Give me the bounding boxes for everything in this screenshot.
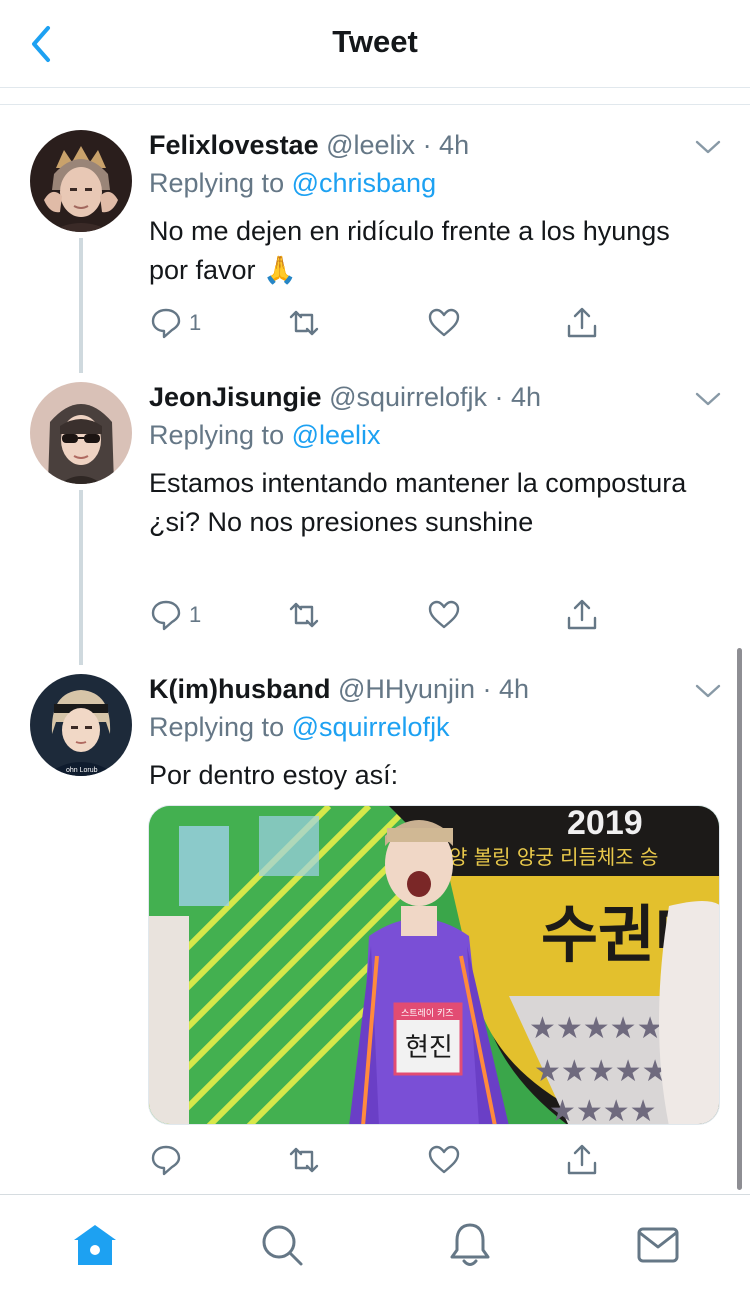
svg-text:★★★★★: ★★★★★ [534, 1054, 668, 1089]
svg-text:ohn Lorub: ohn Lorub [66, 767, 98, 774]
tweet-actions: 1 [149, 303, 619, 343]
mention-link[interactable]: @leelix [292, 420, 381, 450]
tab-home[interactable] [67, 1217, 123, 1273]
tweet-media-image[interactable]: ★★★★★ ★★★★★ ★★★★ 2019 양 볼링 양궁 리듬체조 승 수권대… [148, 805, 720, 1125]
tab-notifications[interactable] [442, 1217, 498, 1273]
media-image: ★★★★★ ★★★★★ ★★★★ 2019 양 볼링 양궁 리듬체조 승 수권대… [149, 806, 719, 1125]
share-icon [567, 1144, 597, 1175]
replying-to: Replying to @chrisbang [149, 168, 436, 199]
chevron-down-icon[interactable] [694, 681, 722, 701]
banner-line: 양 볼링 양궁 리듬체조 승 [449, 845, 658, 869]
timestamp: · 4h [482, 674, 530, 704]
chevron-down-icon[interactable] [694, 389, 722, 409]
replying-prefix: Replying to [149, 168, 285, 198]
heart-icon [428, 308, 460, 337]
reply-icon [151, 308, 181, 339]
timestamp: · 4h [422, 130, 470, 160]
retweet-icon [289, 602, 319, 628]
like-button[interactable] [427, 595, 461, 635]
share-button[interactable] [565, 1140, 599, 1180]
reply-button[interactable]: 1 [149, 303, 201, 343]
reply-button[interactable] [149, 1140, 183, 1180]
top-bar: Tweet [0, 0, 750, 88]
display-name[interactable]: K(im)husband [149, 674, 331, 704]
replying-to: Replying to @leelix [149, 420, 381, 451]
reply-button[interactable]: 1 [149, 595, 201, 635]
replying-to: Replying to @squirrelofjk [149, 712, 450, 743]
reply-count: 1 [189, 602, 202, 627]
banner-year: 2019 [567, 806, 643, 842]
thread-line [79, 490, 83, 665]
mention-link[interactable]: @squirrelofjk [292, 712, 450, 742]
avatar-image: ohn Lorub [30, 674, 132, 776]
chevron-down-icon[interactable] [694, 137, 722, 157]
avatar[interactable]: ohn Lorub [30, 674, 132, 776]
replying-prefix: Replying to [149, 712, 285, 742]
mention-link[interactable]: @chrisbang [292, 168, 436, 198]
home-icon [74, 1225, 116, 1265]
retweet-button[interactable] [287, 303, 321, 343]
share-button[interactable] [565, 303, 599, 343]
tweet-text: Por dentro estoy así: [149, 760, 399, 790]
avatar[interactable] [30, 382, 132, 484]
svg-text:★★★★: ★★★★ [549, 1094, 657, 1125]
search-icon [262, 1225, 303, 1266]
user-handle[interactable]: @squirrelofjk [329, 382, 487, 412]
messages-icon [637, 1227, 679, 1263]
heart-icon [428, 600, 460, 629]
display-name[interactable]: Felixlovestae [149, 130, 319, 160]
name-tag-small: 스트레이 키즈 [401, 1008, 454, 1019]
tweet-text: No me dejen en ridículo frente a los hyu… [149, 216, 670, 285]
reply-count: 1 [189, 310, 202, 335]
share-button[interactable] [565, 595, 599, 635]
share-icon [567, 599, 597, 630]
tab-search[interactable] [254, 1217, 310, 1273]
display-name[interactable]: JeonJisungie [149, 382, 322, 412]
heart-icon [428, 1145, 460, 1174]
tweet-actions [149, 1140, 619, 1180]
reply-icon [151, 1145, 181, 1176]
scrollbar[interactable] [737, 648, 742, 1190]
retweet-button[interactable] [287, 1140, 321, 1180]
tweet-header: JeonJisungie @squirrelofjk · 4h [149, 382, 541, 413]
share-icon [567, 307, 597, 338]
reply-icon [151, 600, 181, 631]
svg-text:★★★★★: ★★★★★ [529, 1011, 663, 1046]
retweet-icon [289, 1147, 319, 1173]
tab-bar [0, 1194, 750, 1294]
avatar-image [30, 382, 132, 484]
like-button[interactable] [427, 1140, 461, 1180]
retweet-icon [289, 310, 319, 336]
avatar[interactable] [30, 130, 132, 232]
replying-prefix: Replying to [149, 420, 285, 450]
tab-messages[interactable] [630, 1217, 686, 1273]
timestamp: · 4h [494, 382, 542, 412]
thread-line [79, 238, 83, 373]
user-handle[interactable]: @leelix [326, 130, 415, 160]
page-title: Tweet [332, 24, 418, 59]
divider [0, 104, 750, 105]
tweet-header: K(im)husband @HHyunjin · 4h [149, 674, 529, 705]
notifications-icon [450, 1223, 490, 1266]
name-tag: 현진 [405, 1033, 453, 1063]
tweet-header: Felixlovestae @leelix · 4h [149, 130, 469, 161]
like-button[interactable] [427, 303, 461, 343]
retweet-button[interactable] [287, 595, 321, 635]
user-handle[interactable]: @HHyunjin [338, 674, 475, 704]
tweet-actions: 1 [149, 595, 619, 635]
tweet-text: Estamos intentando mantener la compostur… [149, 468, 687, 537]
avatar-image [30, 130, 132, 232]
